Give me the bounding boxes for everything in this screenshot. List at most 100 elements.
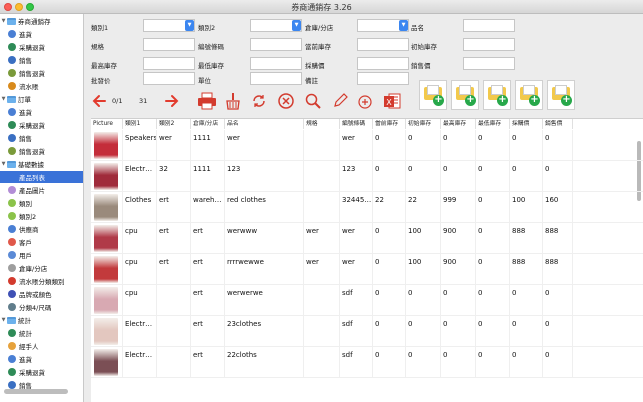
table-cell: wer xyxy=(340,223,373,254)
disclosure-triangle-icon[interactable]: ▼ xyxy=(0,161,7,167)
edit-button[interactable] xyxy=(331,92,349,110)
search-button[interactable] xyxy=(304,92,322,110)
sidebar-item-label: 產品列表 xyxy=(19,174,45,182)
disclosure-triangle-icon[interactable]: ▼ xyxy=(0,18,7,24)
sidebar-item[interactable]: 產品列表 xyxy=(0,171,83,183)
sidebar-item[interactable]: 供應商 xyxy=(0,223,83,235)
table-row[interactable]: Electr… ert 22cloths sdf 0 0 0 0 0 0 xyxy=(91,347,643,378)
previous-page-button[interactable] xyxy=(91,93,107,109)
table-cell: 900 xyxy=(441,254,476,285)
sidebar-item[interactable]: 品牌或顏色 xyxy=(0,288,83,300)
sidebar-scrollbar[interactable] xyxy=(4,389,68,394)
chevron-down-icon[interactable]: ▼ xyxy=(399,20,408,31)
table-header[interactable]: Picture xyxy=(91,119,123,129)
sidebar-item[interactable]: 產品圖片 xyxy=(0,184,83,196)
sidebar-group[interactable]: ▼ 訂單 xyxy=(0,93,83,105)
text-field[interactable] xyxy=(463,38,515,51)
table-header[interactable]: 當前庫存 xyxy=(373,119,406,129)
table-header[interactable]: 銷售價 xyxy=(543,119,573,129)
sidebar-item-icon xyxy=(8,368,16,376)
text-field[interactable] xyxy=(463,19,515,32)
sidebar-item[interactable]: 經手人 xyxy=(0,340,83,352)
table-row[interactable]: Clothes ert wareh… red clothes 32445… 22 22 999… xyxy=(91,192,643,223)
sidebar-item[interactable]: 類別2 xyxy=(0,210,83,222)
sidebar-item-label: 統計 xyxy=(19,330,32,338)
table-header[interactable]: 倉庫/分店 xyxy=(191,119,225,129)
sidebar-item[interactable]: 分類4/尺碼 xyxy=(0,301,83,313)
table-header[interactable]: 類別2 xyxy=(157,119,191,129)
chevron-down-icon[interactable]: ▼ xyxy=(292,20,301,31)
disclosure-triangle-icon[interactable]: ▼ xyxy=(0,317,7,323)
sidebar-item[interactable]: 銷售退貨 xyxy=(0,67,83,79)
sidebar-item[interactable]: 銷售退貨 xyxy=(0,145,83,157)
sidebar-item-label: 分類4/尺碼 xyxy=(19,304,52,312)
sidebar-item-icon xyxy=(8,121,16,129)
sidebar-item[interactable]: 統計 xyxy=(0,327,83,339)
table-cell: ert xyxy=(191,254,225,285)
table-cell: ert xyxy=(191,285,225,316)
sidebar-group[interactable]: ▼ 統計 xyxy=(0,314,83,326)
sidebar-group[interactable]: ▼ 券商通銷存 xyxy=(0,15,83,27)
sidebar-item-label: 券商通銷存 xyxy=(18,18,51,26)
text-field[interactable] xyxy=(463,57,515,70)
field-label: 編號條碼 xyxy=(198,43,224,51)
table-header[interactable]: 最高庫存 xyxy=(441,119,476,129)
table-row[interactable]: cpu ert ert rrrrwewwe wer wer 0 100 900 0 888 888 xyxy=(91,254,643,285)
chevron-down-icon[interactable]: ▼ xyxy=(185,20,194,31)
refresh-button[interactable] xyxy=(250,92,268,110)
table-row[interactable]: Electr… ert 23clothes sdf 0 0 0 0 0 0 xyxy=(91,316,643,347)
sidebar-item[interactable]: 進貨 xyxy=(0,106,83,118)
disclosure-triangle-icon[interactable]: ▼ xyxy=(0,96,7,102)
table-row[interactable]: Speakers wer 1111 wer wer 0 0 0 0 0 0 xyxy=(91,130,643,161)
add-folder-button-1[interactable]: + xyxy=(419,80,447,110)
table-cell: 0 xyxy=(406,130,441,161)
sidebar-item[interactable]: 流水賬分類類別 xyxy=(0,275,83,287)
table-header[interactable]: 採購價 xyxy=(510,119,543,129)
table-header[interactable]: 類別1 xyxy=(123,119,157,129)
sidebar-item[interactable]: 銷售 xyxy=(0,132,83,144)
sidebar-item[interactable]: 進貨 xyxy=(0,353,83,365)
add-button[interactable] xyxy=(357,94,373,110)
table-row[interactable]: cpu ert ert werwww wer wer 0 100 900 0 888 888 xyxy=(91,223,643,254)
table-header[interactable]: 品名 xyxy=(225,119,304,129)
table-header[interactable]: 編號條碼 xyxy=(340,119,373,129)
sidebar-group[interactable]: ▼ 基礎數據 xyxy=(0,158,83,170)
text-field[interactable] xyxy=(143,38,195,51)
text-field[interactable] xyxy=(357,57,409,70)
text-field[interactable] xyxy=(357,38,409,51)
table-header[interactable]: 最低庫存 xyxy=(476,119,510,129)
table-row[interactable]: cpu ert werwerwe sdf 0 0 0 0 0 0 xyxy=(91,285,643,316)
add-folder-button-5[interactable]: + xyxy=(547,80,575,110)
sidebar-item[interactable]: 倉庫/分店 xyxy=(0,262,83,274)
text-field[interactable] xyxy=(357,72,409,85)
table-row[interactable]: Electr… 32 1111 123 123 0 0 0 0 0 0 xyxy=(91,161,643,192)
clear-button[interactable] xyxy=(224,91,242,111)
text-field[interactable] xyxy=(250,38,302,51)
table-cell: 0 xyxy=(441,316,476,347)
sidebar-item[interactable]: 客戶 xyxy=(0,236,83,248)
add-folder-button-3[interactable]: + xyxy=(483,80,511,110)
table-header[interactable]: 規格 xyxy=(304,119,340,129)
sidebar-item[interactable]: 采購退貨 xyxy=(0,366,83,378)
delete-button[interactable] xyxy=(277,92,295,110)
sidebar-item[interactable]: 采購退貨 xyxy=(0,41,83,53)
sidebar-item[interactable]: 銷售 xyxy=(0,54,83,66)
next-page-button[interactable] xyxy=(164,93,180,109)
sidebar-item[interactable]: 流水賬 xyxy=(0,80,83,92)
add-folder-button-2[interactable]: + xyxy=(451,80,479,110)
sidebar-item[interactable]: 采購退貨 xyxy=(0,119,83,131)
print-button[interactable] xyxy=(197,91,217,111)
table-cell: 888 xyxy=(543,254,573,285)
table-cell: 123 xyxy=(340,161,373,192)
text-field[interactable] xyxy=(250,57,302,70)
text-field[interactable] xyxy=(143,57,195,70)
picture-cell xyxy=(91,130,123,161)
sidebar-item[interactable]: 用戶 xyxy=(0,249,83,261)
sidebar-item[interactable]: 進貨 xyxy=(0,28,83,40)
export-excel-button[interactable]: X xyxy=(382,91,402,111)
text-field[interactable] xyxy=(250,72,302,85)
sidebar-item[interactable]: 類別 xyxy=(0,197,83,209)
text-field[interactable] xyxy=(143,72,195,85)
table-header[interactable]: 初始庫存 xyxy=(406,119,441,129)
add-folder-button-4[interactable]: + xyxy=(515,80,543,110)
